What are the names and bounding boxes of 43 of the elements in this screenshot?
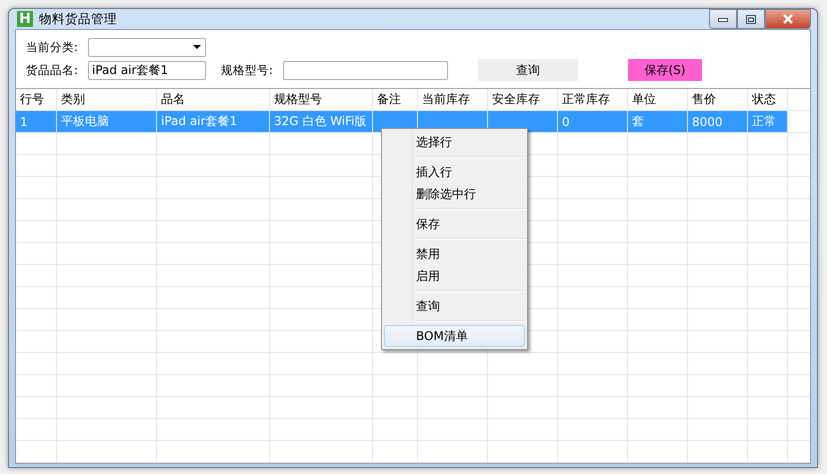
table-cell: 套 [628,111,688,132]
column-header[interactable]: 正常库存 [558,89,628,110]
spec-label: 规格型号: [221,62,274,78]
menu-item[interactable]: 查询 [384,295,525,317]
column-header[interactable]: 品名 [157,89,270,110]
spec-field[interactable] [283,60,448,80]
table-cell: 32G 白色 WiFi版 [270,111,373,132]
menu-item[interactable]: 保存 [384,213,525,235]
menu-item[interactable]: 启用 [384,265,525,287]
name-field[interactable]: iPad air套餐1 [88,60,206,80]
query-button[interactable]: 查询 [478,59,578,81]
menu-item[interactable]: 插入行 [384,161,525,183]
menu-item[interactable]: 选择行 [384,131,525,153]
column-header[interactable]: 状态 [748,89,788,110]
column-header[interactable]: 当前库存 [418,89,488,110]
close-button[interactable] [765,9,811,29]
column-header[interactable]: 类别 [57,89,157,110]
close-icon [782,14,794,24]
save-button[interactable]: 保存(S) [628,59,702,81]
name-label: 货品品名: [26,62,79,78]
maximize-button[interactable] [737,9,765,29]
table-cell: 正常 [748,111,788,132]
app-icon: H [17,11,33,27]
menu-item[interactable]: 禁用 [384,243,525,265]
table-cell: iPad air套餐1 [157,111,270,132]
minimize-icon [718,16,728,22]
table-cell: 平板电脑 [57,111,157,132]
table-cell: 1 [16,111,57,132]
table-cell: 8000 [688,111,748,132]
column-header[interactable]: 售价 [688,89,748,110]
column-header[interactable]: 规格型号 [270,89,373,110]
table-cell: 0 [558,111,628,132]
column-header[interactable]: 安全库存 [488,89,558,110]
minimize-button[interactable] [709,9,737,29]
maximize-icon [746,14,756,24]
column-header[interactable]: 行号 [16,89,57,110]
category-label: 当前分类: [26,40,79,54]
caret-icon [193,45,201,49]
column-header[interactable]: 单位 [628,89,688,110]
column-header[interactable]: 备注 [373,89,418,110]
window-title: 物料货品管理 [39,10,117,28]
menu-item[interactable]: 删除选中行 [384,183,525,205]
menu-item[interactable]: BOM清单 [384,325,525,347]
